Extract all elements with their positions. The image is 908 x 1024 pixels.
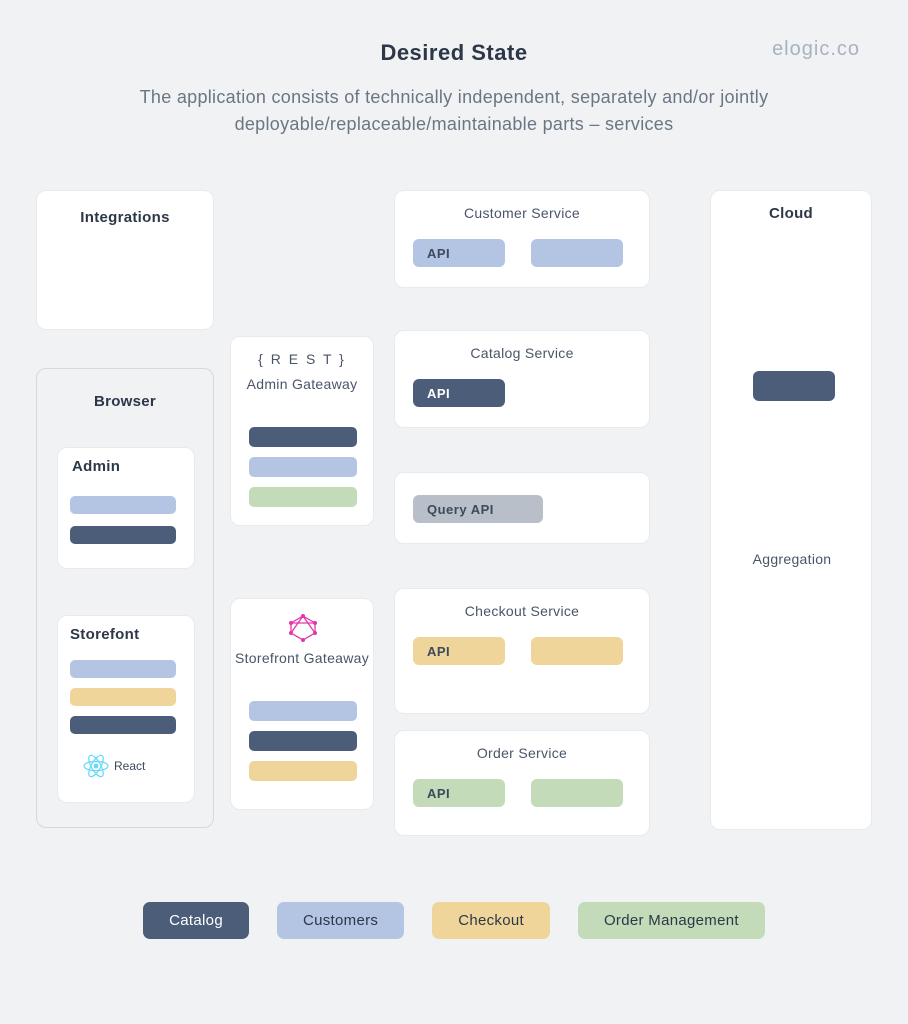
customer-api-chip: API (413, 239, 505, 267)
checkout-service-box: Checkout Service API (394, 588, 650, 714)
sf-gw-bar-checkout (249, 761, 357, 781)
cloud-box: Cloud Aggregation (710, 190, 872, 830)
customer-service-box: Customer Service API (394, 190, 650, 288)
admin-gateway-box: { R E S T } Admin Gateaway (230, 336, 374, 526)
customer-service-label: Customer Service (395, 205, 649, 221)
storefront-gateway-label: Storefront Gateaway (231, 649, 373, 667)
rest-label: { R E S T } (231, 351, 373, 367)
aggregation-label: Aggregation (711, 551, 873, 567)
legend: Catalog Customers Checkout Order Managem… (0, 902, 908, 939)
admin-bar-catalog (70, 526, 176, 544)
admin-gw-bar-catalog (249, 427, 357, 447)
integrations-label: Integrations (37, 191, 213, 226)
storefront-label: Storefont (58, 616, 194, 643)
storefront-bar-customers (70, 660, 176, 678)
sf-gw-bar-catalog (249, 731, 357, 751)
query-api-chip: Query API (413, 495, 543, 523)
catalog-api-chip: API (413, 379, 505, 407)
storefront-bar-catalog (70, 716, 176, 734)
customer-module-chip (531, 239, 623, 267)
storefront-box: Storefont React (57, 615, 195, 803)
order-service-label: Order Service (395, 745, 649, 761)
storefront-gateway-box: Storefront Gateaway (230, 598, 374, 810)
admin-label: Admin (58, 448, 194, 475)
admin-gateway-label: Admin Gateaway (231, 375, 373, 393)
admin-gw-bar-customers (249, 457, 357, 477)
react-label: React (114, 759, 145, 773)
browser-label: Browser (37, 369, 213, 410)
react-icon (82, 752, 110, 785)
catalog-service-box: Catalog Service API (394, 330, 650, 428)
integrations-box: Integrations (36, 190, 214, 330)
legend-catalog: Catalog (143, 902, 249, 939)
cloud-bar-catalog (753, 371, 835, 401)
admin-box: Admin (57, 447, 195, 569)
checkout-api-chip: API (413, 637, 505, 665)
cloud-label: Cloud (711, 191, 871, 222)
legend-order: Order Management (578, 902, 765, 939)
catalog-service-label: Catalog Service (395, 345, 649, 361)
diagram-canvas: Integrations Browser Admin Storefont Rea… (0, 0, 908, 1024)
sf-gw-bar-customers (249, 701, 357, 721)
legend-customers: Customers (277, 902, 404, 939)
storefront-bar-checkout (70, 688, 176, 706)
admin-bar-customers (70, 496, 176, 514)
legend-checkout: Checkout (432, 902, 550, 939)
order-api-chip: API (413, 779, 505, 807)
browser-box: Browser Admin Storefont React (36, 368, 214, 828)
query-service-box: Query API (394, 472, 650, 544)
checkout-service-label: Checkout Service (395, 603, 649, 619)
graphql-icon (288, 613, 318, 648)
order-service-box: Order Service API (394, 730, 650, 836)
checkout-module-chip (531, 637, 623, 665)
order-module-chip (531, 779, 623, 807)
admin-gw-bar-order (249, 487, 357, 507)
